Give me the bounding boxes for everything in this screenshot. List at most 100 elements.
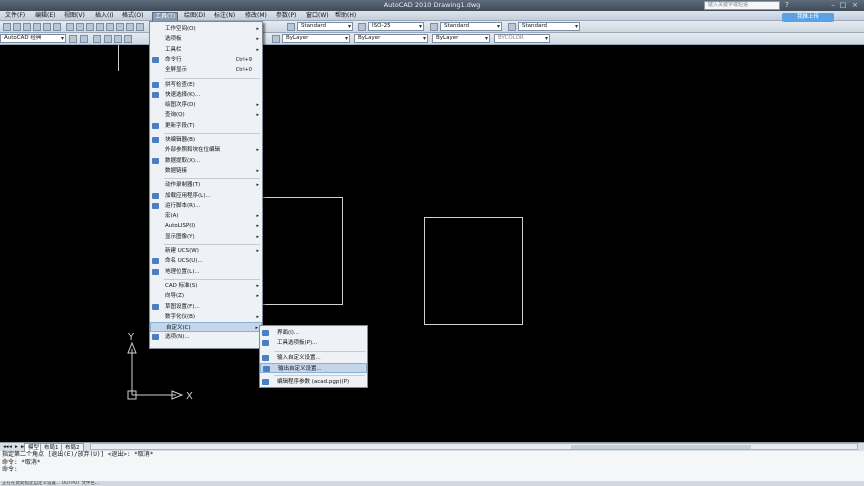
open-icon[interactable]	[13, 23, 21, 31]
menu-0[interactable]: 文件(F)	[3, 12, 27, 20]
mleader-style-select[interactable]: Standard	[518, 22, 580, 31]
preview-icon[interactable]	[43, 23, 51, 31]
paste-icon[interactable]	[86, 23, 94, 31]
menu-item[interactable]: 动作录制器(T) ▸	[150, 180, 262, 190]
workspace-select[interactable]: AutoCAD 经典	[0, 34, 66, 43]
menu-3[interactable]: 插入(I)	[93, 12, 115, 20]
menu-item[interactable]: 拼写检查(E)	[150, 80, 262, 90]
submenu-arrow-icon: ▸	[256, 182, 259, 189]
publish-icon[interactable]	[53, 23, 61, 31]
menu-item[interactable]: 全屏显示 Ctrl+0	[150, 65, 262, 75]
horizontal-scrollbar[interactable]	[90, 443, 858, 450]
dim-style-icon[interactable]	[358, 23, 366, 31]
sub-item[interactable]: 输出自定义设置...	[260, 362, 367, 373]
match-prop-icon[interactable]	[96, 23, 104, 31]
menu-10[interactable]: 窗口(W)	[304, 12, 331, 20]
menu-item[interactable]: 自定义(C) ▸	[150, 322, 262, 333]
mleader-style-icon[interactable]	[508, 23, 516, 31]
lineweight-select[interactable]: ByLayer	[432, 34, 490, 43]
menu-item-label: 向导(Z)	[165, 293, 185, 300]
table-style-select[interactable]: Standard	[440, 22, 502, 31]
menu-item[interactable]: 工具栏 ▸	[150, 45, 262, 55]
redo-icon[interactable]	[126, 23, 134, 31]
menu-item[interactable]: 显示图像(Y) ▸	[150, 232, 262, 242]
cut-icon[interactable]	[66, 23, 74, 31]
settings-icon[interactable]	[69, 35, 77, 43]
menu-1[interactable]: 编辑(E)	[33, 12, 57, 20]
scroll-thumb[interactable]	[571, 445, 751, 449]
print-icon[interactable]	[33, 23, 41, 31]
table-style-icon[interactable]	[430, 23, 438, 31]
pan-icon[interactable]	[136, 23, 144, 31]
new-icon[interactable]	[3, 23, 11, 31]
drawn-rectangle[interactable]	[424, 217, 523, 325]
menu-item[interactable]: 运行脚本(R)...	[150, 201, 262, 211]
sub-item[interactable]: 工具选项板(P)...	[260, 338, 367, 348]
sub-item[interactable]: 界面(I)...	[260, 328, 367, 338]
menu-item[interactable]: 更新字段(T)	[150, 121, 262, 131]
menu-item[interactable]: 草图设置(F)...	[150, 302, 262, 312]
menu-item[interactable]: 查询(Q) ▸	[150, 110, 262, 120]
text-style-icon[interactable]	[287, 23, 295, 31]
search-input[interactable]: 键入关键字或短语	[704, 1, 780, 10]
sub-item[interactable]: 编辑程序参数 (acad.pgp)(P)	[260, 377, 367, 387]
menu-item-label: 地理位置(L)...	[165, 268, 200, 275]
menu-item[interactable]: 绘图次序(D) ▸	[150, 100, 262, 110]
menu-item[interactable]: 向导(Z) ▸	[150, 291, 262, 301]
save-icon[interactable]	[23, 23, 31, 31]
command-line: 命令:	[2, 466, 18, 473]
menu-item[interactable]: 数据链接 ▸	[150, 166, 262, 176]
menu-item[interactable]: 外部参照和块在位编辑 ▸	[150, 145, 262, 155]
text-style-select[interactable]: Standard	[297, 22, 353, 31]
menu-item[interactable]: 快速选择(K)...	[150, 90, 262, 100]
menu-item[interactable]: 选项板 ▸	[150, 34, 262, 44]
menu-item[interactable]: 新建 UCS(W) ▸	[150, 246, 262, 256]
sub-item[interactable]: 输入自定义设置...	[260, 353, 367, 363]
minimize-icon[interactable]: –	[828, 1, 838, 10]
linetype-select[interactable]: ByLayer	[354, 34, 428, 43]
menu-item[interactable]: 命名 UCS(U)...	[150, 256, 262, 266]
menu-item[interactable]: 命令行 Ctrl+9	[150, 55, 262, 65]
layer-lock-icon[interactable]	[124, 35, 132, 43]
menu-9[interactable]: 参数(P)	[274, 12, 298, 20]
dim-style-select[interactable]: ISO-25	[368, 22, 424, 31]
color-icon[interactable]	[272, 35, 280, 43]
update-field-icon	[152, 122, 159, 129]
menu-item[interactable]: 块编辑器(B)	[150, 135, 262, 145]
layer-manager-icon[interactable]	[93, 35, 101, 43]
copy-icon[interactable]	[76, 23, 84, 31]
menu-item-label: 数据链接	[165, 167, 188, 174]
run-script-icon	[152, 202, 159, 209]
menu-6[interactable]: 绘图(D)	[182, 12, 207, 20]
color-select[interactable]: ByLayer	[282, 34, 350, 43]
plotstyle-select[interactable]: BYCOLOR	[494, 34, 550, 43]
menu-8[interactable]: 修改(M)	[243, 12, 269, 20]
menu-item[interactable]: 工作空间(O) ▸	[150, 24, 262, 34]
menu-4[interactable]: 格式(O)	[120, 12, 145, 20]
block-icon[interactable]	[106, 23, 114, 31]
menu-item[interactable]: AutoLISP(I) ▸	[150, 221, 262, 231]
menu-item[interactable]: 数字化仪(B) ▸	[150, 312, 262, 322]
layer-freeze-icon[interactable]	[114, 35, 122, 43]
menu-item[interactable]: 数据提取(X)...	[150, 156, 262, 166]
title-bar: AutoCAD 2010 Drawing1.dwg 键入关键字或短语 ? – □…	[0, 0, 864, 11]
command-window[interactable]: 指定第二个角点 [退出(E)/放弃(U)] <退出>: *取消* 命令: *取消…	[0, 451, 864, 481]
undo-icon[interactable]	[116, 23, 124, 31]
menu-item[interactable]: 加载应用程序(L)...	[150, 191, 262, 201]
grid-icon[interactable]	[80, 35, 88, 43]
menu-item[interactable]: CAD 标准(S) ▸	[150, 281, 262, 291]
menu-item[interactable]: 选项(N)...	[150, 332, 262, 342]
help-icon[interactable]: ?	[782, 1, 792, 10]
menu-item-label: 工具选项板(P)...	[277, 340, 318, 347]
menu-2[interactable]: 视图(V)	[62, 12, 87, 20]
menu-item-label: 数据提取(X)...	[165, 157, 201, 164]
layer-on-icon[interactable]	[104, 35, 112, 43]
menu-11[interactable]: 帮助(H)	[333, 12, 358, 20]
menu-item[interactable]: 地理位置(L)...	[150, 267, 262, 277]
upload-button[interactable]: 我推上传	[782, 13, 834, 22]
maximize-icon[interactable]: □	[838, 1, 848, 10]
close-icon[interactable]: ×	[850, 1, 860, 10]
submenu-arrow-icon: ▸	[256, 102, 259, 109]
menu-7[interactable]: 标注(N)	[212, 12, 237, 20]
menu-item[interactable]: 宏(A) ▸	[150, 211, 262, 221]
